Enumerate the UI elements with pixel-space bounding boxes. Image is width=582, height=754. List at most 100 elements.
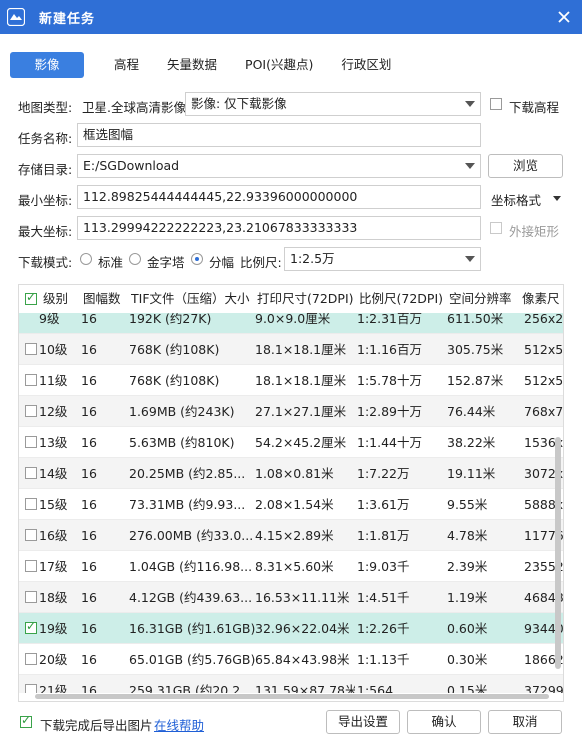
coord-format-label[interactable]: 坐标格式 — [491, 190, 541, 209]
col-size[interactable]: TIF文件（压缩）大小 — [131, 285, 255, 313]
row-checkbox[interactable] — [25, 619, 37, 634]
export-after-download-checkbox[interactable] — [20, 713, 32, 728]
level-cell: 18级 — [39, 590, 68, 605]
print-cell: 1.08×0.81米 — [255, 466, 334, 481]
level-cell: 10级 — [39, 342, 68, 357]
table-row[interactable]: 11级 16 768K (约108K) 18.1×18.1厘米 1:5.78十万… — [19, 365, 563, 396]
mode-standard-radio[interactable] — [80, 253, 92, 265]
table-row[interactable]: 12级 16 1.69MB (约243K) 27.1×27.1厘米 1:2.89… — [19, 396, 563, 427]
browse-button[interactable]: 浏览 — [488, 154, 563, 178]
size-cell: 768K (约108K) — [129, 373, 220, 388]
storage-dir-value: E:/SGDownload — [83, 158, 180, 173]
outer-rect-checkbox[interactable] — [490, 222, 502, 234]
row-checkbox[interactable] — [25, 591, 37, 603]
table-row[interactable]: 10级 16 768K (约108K) 18.1×18.1厘米 1:1.16百万… — [19, 334, 563, 365]
col-level[interactable]: 级别 — [43, 285, 68, 313]
row-checkbox[interactable] — [25, 467, 37, 479]
size-cell: 5.63MB (约810K) — [129, 435, 235, 450]
pixel-cell: 512x5 — [524, 373, 564, 388]
table-row[interactable]: 20级 16 65.01GB (约5.76GB) 65.84×43.98米 1:… — [19, 644, 563, 675]
row-checkbox[interactable] — [25, 343, 37, 355]
select-all-checkbox[interactable] — [25, 290, 37, 305]
cancel-button[interactable]: 取消 — [488, 710, 562, 734]
level-cell: 15级 — [39, 497, 68, 512]
row-checkbox[interactable] — [25, 498, 37, 510]
row-checkbox[interactable] — [25, 374, 37, 386]
table-row[interactable]: 18级 16 4.12GB (约439.63... 16.53×11.11米 1… — [19, 582, 563, 613]
tab-admin-divisions[interactable]: 行政区划 — [329, 52, 403, 78]
map-type-label: 地图类型: — [18, 100, 73, 115]
download-elevation-checkbox[interactable] — [490, 98, 502, 110]
col-pixel[interactable]: 像素尺 — [522, 285, 563, 313]
table-row[interactable]: 15级 16 73.31MB (约9.93... 2.08×1.54米 1:3.… — [19, 489, 563, 520]
size-cell: 73.31MB (约9.93... — [129, 497, 246, 512]
row-checkbox[interactable] — [25, 405, 37, 417]
res-cell: 152.87米 — [447, 373, 504, 388]
size-cell: 1.04GB (约116.98... — [129, 559, 253, 574]
count-cell: 16 — [81, 590, 97, 605]
scale-cell: 1:2.89十万 — [357, 404, 422, 419]
count-cell: 16 — [81, 652, 97, 667]
mode-sheet-radio[interactable] — [191, 253, 203, 265]
tab-elevation[interactable]: 高程 — [102, 52, 151, 78]
col-print[interactable]: 打印尺寸(72DPI) — [257, 285, 357, 313]
task-name-input[interactable]: 框选图幅 — [77, 123, 481, 147]
horizontal-scrollbar[interactable] — [35, 694, 549, 699]
size-cell: 768K (约108K) — [129, 342, 220, 357]
col-resolution[interactable]: 空间分辨率 — [449, 285, 521, 313]
mode-sheet-label: 分幅 — [209, 255, 235, 270]
online-help-link[interactable]: 在线帮助 — [154, 715, 204, 734]
size-cell: 16.31GB (约1.61GB) — [129, 621, 255, 636]
close-icon[interactable] — [554, 7, 574, 27]
row-checkbox[interactable] — [25, 436, 37, 448]
table-row[interactable]: 19级 16 16.31GB (约1.61GB) 32.96×22.04米 1:… — [19, 613, 563, 644]
print-cell: 18.1×18.1厘米 — [255, 373, 347, 388]
level-cell: 16级 — [39, 528, 68, 543]
level-cell: 19级 — [39, 621, 68, 636]
level-table: 9级 16 192K (约27K) 9.0×9.0厘米 1:2.31百万 611… — [18, 284, 564, 702]
window-title: 新建任务 — [39, 11, 96, 27]
size-cell: 1.69MB (约243K) — [129, 404, 235, 419]
row-checkbox[interactable] — [25, 529, 37, 541]
tab-bar: 影像 高程 矢量数据 POI(兴趣点) 行政区划 — [10, 52, 407, 78]
table-row[interactable]: 14级 16 20.25MB (约2.85... 1.08×0.81米 1:7.… — [19, 458, 563, 489]
scale-cell: 1:1.44十万 — [357, 435, 422, 450]
image-option-select[interactable]: 影像: 仅下载影像 — [185, 92, 481, 116]
res-cell: 9.55米 — [447, 497, 488, 512]
print-cell: 65.84×43.98米 — [255, 652, 350, 667]
task-name-label: 任务名称: — [18, 131, 73, 146]
min-coord-input[interactable]: 112.89825444444445,22.93396000000000 — [77, 185, 481, 209]
mode-standard-label: 标准 — [98, 255, 124, 270]
coord-format-caret-icon[interactable] — [553, 196, 561, 201]
download-mode-label: 下载模式: — [18, 255, 73, 270]
tab-imagery[interactable]: 影像 — [10, 52, 84, 78]
storage-dir-select[interactable]: E:/SGDownload — [77, 154, 481, 178]
mode-pyramid-radio[interactable] — [129, 253, 141, 265]
max-coord-input[interactable]: 113.29994222222223,23.21067833333333 — [77, 216, 481, 240]
table-row[interactable]: 13级 16 5.63MB (约810K) 54.2×45.2厘米 1:1.44… — [19, 427, 563, 458]
scale-cell: 1:1.16百万 — [357, 342, 422, 357]
row-checkbox[interactable] — [25, 653, 37, 665]
ok-button[interactable]: 确认 — [407, 710, 481, 734]
col-count[interactable]: 图幅数 — [83, 285, 121, 313]
row-checkbox[interactable] — [25, 560, 37, 572]
outer-rect-label: 外接矩形 — [509, 224, 560, 239]
print-cell: 27.1×27.1厘米 — [255, 404, 347, 419]
scale-cell: 1:7.22万 — [357, 466, 410, 481]
scale-value: 1:2.5万 — [290, 251, 335, 266]
export-settings-button[interactable]: 导出设置 — [326, 710, 400, 734]
res-cell: 1.19米 — [447, 590, 488, 605]
level-cell: 12级 — [39, 404, 68, 419]
vertical-scrollbar[interactable] — [555, 437, 561, 669]
res-cell: 76.44米 — [447, 404, 496, 419]
col-scale[interactable]: 比例尺(72DPI) — [359, 285, 449, 313]
chevron-down-icon — [465, 101, 475, 107]
table-row[interactable]: 17级 16 1.04GB (约116.98... 8.31×5.60米 1:9… — [19, 551, 563, 582]
table-row[interactable]: 16级 16 276.00MB (约33.0... 4.15×2.89米 1:1… — [19, 520, 563, 551]
tab-vector-data[interactable]: 矢量数据 — [155, 52, 229, 78]
max-coord-label: 最大坐标: — [18, 224, 73, 239]
tab-poi[interactable]: POI(兴趣点) — [233, 52, 325, 78]
size-cell: 20.25MB (约2.85... — [129, 466, 246, 481]
scale-select[interactable]: 1:2.5万 — [284, 247, 481, 271]
scale-cell: 1:3.61万 — [357, 497, 410, 512]
